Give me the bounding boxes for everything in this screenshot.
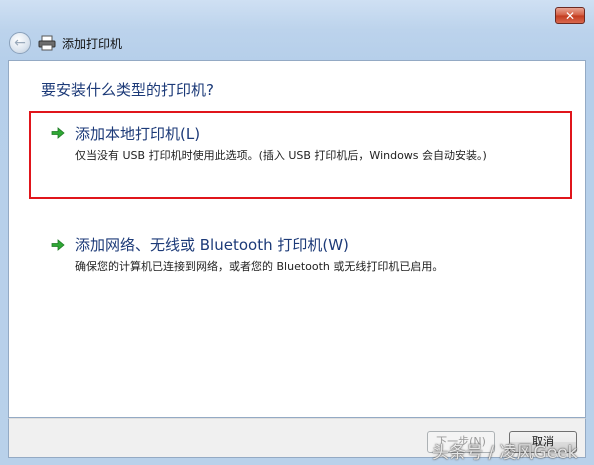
back-arrow-icon: ←	[14, 35, 26, 51]
option-description: 仅当没有 USB 打印机时使用此选项。(插入 USB 打印机后，Windows …	[75, 149, 487, 162]
option-title: 添加本地打印机(L)	[75, 125, 201, 143]
window-title: 添加打印机	[62, 37, 123, 51]
dialog-window: ✕ ← 添加打印机 要安装什么类型的打印机? 添加本地打印机(L) 仅当没有 U…	[0, 0, 594, 465]
page-heading: 要安装什么类型的打印机?	[41, 81, 214, 99]
close-button[interactable]: ✕	[555, 7, 585, 24]
option-add-local-printer[interactable]: 添加本地打印机(L) 仅当没有 USB 打印机时使用此选项。(插入 USB 打印…	[29, 111, 572, 199]
option-add-network-printer[interactable]: 添加网络、无线或 Bluetooth 打印机(W) 确保您的计算机已连接到网络，…	[41, 233, 551, 273]
green-arrow-icon	[51, 239, 65, 251]
back-button[interactable]: ←	[9, 32, 31, 54]
option-title: 添加网络、无线或 Bluetooth 打印机(W)	[75, 236, 349, 254]
printer-icon	[38, 35, 56, 51]
content-panel: 要安装什么类型的打印机? 添加本地打印机(L) 仅当没有 USB 打印机时使用此…	[8, 60, 586, 418]
watermark: 头条号 / 凌风Geek	[432, 443, 578, 463]
green-arrow-icon	[51, 127, 65, 139]
option-description: 确保您的计算机已连接到网络，或者您的 Bluetooth 或无线打印机已启用。	[75, 260, 444, 273]
